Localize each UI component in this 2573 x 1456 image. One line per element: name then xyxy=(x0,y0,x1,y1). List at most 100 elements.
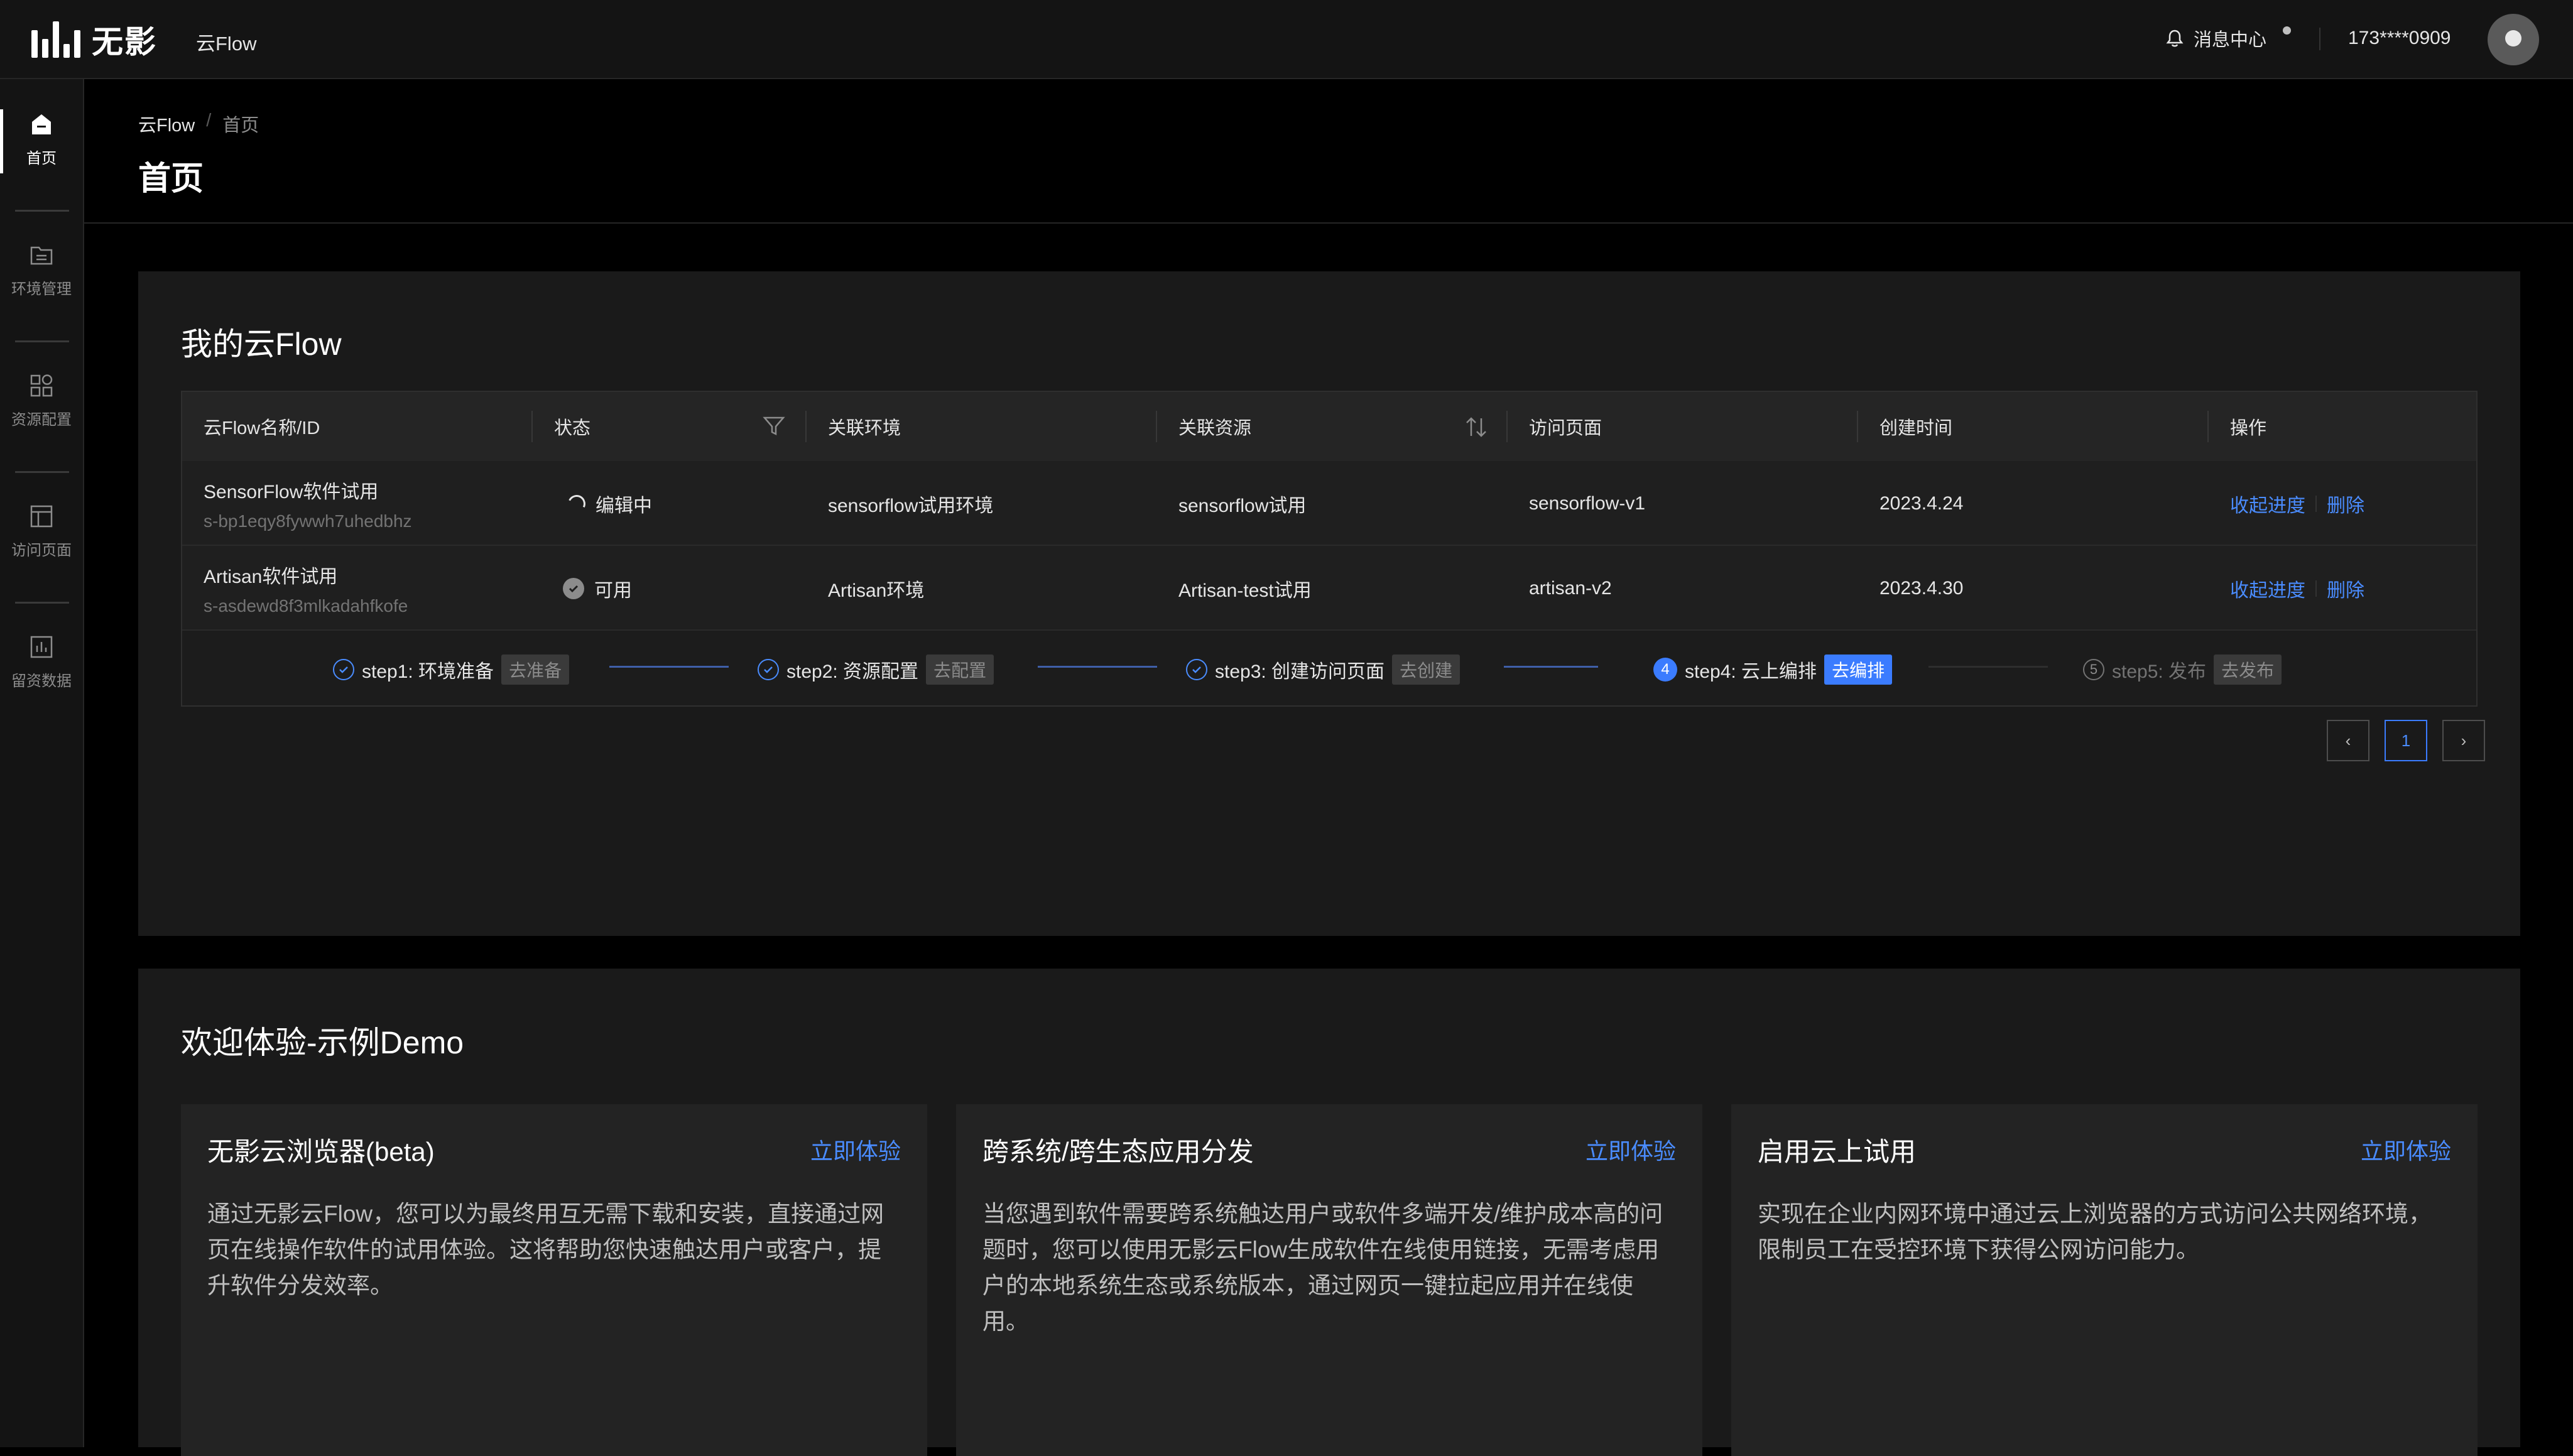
filter-icon[interactable] xyxy=(763,415,785,437)
card-title: 启用云上试用 xyxy=(1758,1137,1917,1166)
table-row: SensorFlow软件试用 s-bp1eqy8fywwh7uhedbhz 编辑… xyxy=(182,461,2476,546)
page-title: 首页 xyxy=(138,161,204,197)
page-number-button[interactable]: 1 xyxy=(2385,720,2427,761)
message-center-label: 消息中心 xyxy=(2194,30,2267,50)
status-text: 可用 xyxy=(594,580,632,601)
flow-name-cell: Artisan软件试用 s-asdewd8f3mlkadahfkofe xyxy=(182,546,533,631)
step-number: 4 xyxy=(1653,658,1677,682)
card-description: 当您遇到软件需要跨系统触达用户或软件多端开发/维护成本高的问题时，您可以使用无影… xyxy=(982,1201,1663,1334)
sidebar: 首页 环境管理 资源配置 访问页面 留资数据 xyxy=(0,79,84,1447)
step-5: 5 step5: 发布 去发布 xyxy=(2083,655,2282,685)
step-connector xyxy=(1038,666,1157,668)
delete-link[interactable]: 删除 xyxy=(2327,490,2364,518)
step-action-button[interactable]: 去编排 xyxy=(1824,655,1893,685)
unread-dot xyxy=(2283,26,2291,35)
created-cell: 2023.4.24 xyxy=(1879,492,1964,514)
step-3: step3: 创建访问页面 去创建 xyxy=(1186,655,1461,685)
step-label: step3: 创建访问页面 xyxy=(1215,661,1385,682)
sidebar-item-label: 环境管理 xyxy=(11,281,72,298)
home-icon xyxy=(32,114,51,134)
message-center-button[interactable]: 消息中心 xyxy=(2166,25,2266,52)
flow-id: s-asdewd8f3mlkadahfkofe xyxy=(204,595,408,616)
flow-name: Artisan软件试用 xyxy=(204,566,338,587)
step-1: step1: 环境准备 去准备 xyxy=(333,655,570,685)
step-4: 4 step4: 云上编排 去编排 xyxy=(1653,655,1893,685)
demo-card: 跨系统/跨生态应用分发 立即体验 当您遇到软件需要跨系统触达用户或软件多端开发/… xyxy=(956,1104,1702,1456)
loading-spinner-icon xyxy=(565,492,588,515)
breadcrumb-separator: / xyxy=(206,111,212,131)
resource-cell: Artisan-test试用 xyxy=(1178,580,1312,601)
step-connector xyxy=(609,666,729,668)
product-name: 云Flow xyxy=(196,33,257,55)
bar-chart-icon xyxy=(30,636,53,658)
page-cell: artisan-v2 xyxy=(1529,577,1612,599)
sidebar-item-access-page[interactable]: 访问页面 xyxy=(0,471,83,572)
step-number: 5 xyxy=(2083,659,2104,680)
pagination: ‹ 1 › xyxy=(2327,720,2485,761)
column-header-created: 创建时间 xyxy=(1879,418,1953,438)
try-now-link[interactable]: 立即体验 xyxy=(810,1133,901,1166)
column-header-name: 云Flow名称/ID xyxy=(204,418,320,438)
actions-cell: 收起进度 删除 xyxy=(2209,461,2478,546)
sidebar-item-label: 资源配置 xyxy=(11,411,72,428)
step-connector xyxy=(1504,666,1598,668)
logo[interactable]: 无影 xyxy=(31,19,157,60)
check-circle-icon xyxy=(333,659,354,680)
step-action-button[interactable]: 去配置 xyxy=(926,655,994,685)
demo-card: 无影云浏览器(beta) 立即体验 通过无影云Flow，您可以为最终用互无需下载… xyxy=(181,1104,927,1456)
delete-link[interactable]: 删除 xyxy=(2327,575,2364,602)
card-description: 通过无影云Flow，您可以为最终用互无需下载和安装，直接通过网页在线操作软件的试… xyxy=(207,1201,884,1298)
created-cell: 2023.4.30 xyxy=(1879,577,1964,599)
sidebar-item-resources[interactable]: 资源配置 xyxy=(0,340,83,441)
user-phone[interactable]: 173****0909 xyxy=(2348,28,2451,49)
breadcrumb-root[interactable]: 云Flow xyxy=(138,111,195,137)
breadcrumb-current: 首页 xyxy=(222,116,259,136)
next-page-button[interactable]: › xyxy=(2442,720,2485,761)
env-cell: Artisan环境 xyxy=(828,580,925,601)
status-text: 编辑中 xyxy=(596,495,652,516)
sidebar-item-environment[interactable]: 环境管理 xyxy=(0,210,83,310)
sidebar-item-label: 首页 xyxy=(26,150,57,167)
column-header-page: 访问页面 xyxy=(1529,418,1602,438)
step-action-button[interactable]: 去准备 xyxy=(501,655,570,685)
step-label: step2: 资源配置 xyxy=(786,661,919,682)
collapse-progress-link[interactable]: 收起进度 xyxy=(2230,575,2305,602)
folder-icon xyxy=(30,246,53,265)
card-title: 跨系统/跨生态应用分发 xyxy=(982,1137,1254,1166)
check-circle-icon xyxy=(563,577,584,599)
collapse-progress-link[interactable]: 收起进度 xyxy=(2230,490,2305,518)
flow-id: s-bp1eqy8fywwh7uhedbhz xyxy=(204,511,412,531)
status-cell: 编辑中 xyxy=(547,461,807,546)
try-now-link[interactable]: 立即体验 xyxy=(1586,1133,1676,1166)
try-now-link[interactable]: 立即体验 xyxy=(2361,1133,2451,1166)
flow-name-cell: SensorFlow软件试用 s-bp1eqy8fywwh7uhedbhz xyxy=(182,461,533,546)
top-bar: 无影 云Flow 消息中心 173****0909 xyxy=(0,0,2573,79)
prev-page-button[interactable]: ‹ xyxy=(2327,720,2369,761)
layout-icon xyxy=(30,505,53,528)
flow-table: 云Flow名称/ID 状态 关联环境 关联资源 访问页面 创建时间 操作 Sen… xyxy=(181,391,2478,707)
step-action-button[interactable]: 去创建 xyxy=(1392,655,1461,685)
sidebar-item-label: 访问页面 xyxy=(11,542,72,559)
column-header-env: 关联环境 xyxy=(828,418,901,438)
step-label: step1: 环境准备 xyxy=(362,661,494,682)
sidebar-item-label: 留资数据 xyxy=(11,673,72,690)
section-title: 我的云Flow xyxy=(181,327,342,362)
user-avatar[interactable] xyxy=(2488,14,2539,65)
demo-card: 启用云上试用 立即体验 实现在企业内网环境中通过云上浏览器的方式访问公共网络环境… xyxy=(1731,1104,2478,1456)
step-2: step2: 资源配置 去配置 xyxy=(758,655,994,685)
card-description: 实现在企业内网环境中通过云上浏览器的方式访问公共网络环境，限制员工在受控环境下获… xyxy=(1758,1201,2432,1263)
step-label: step5: 发布 xyxy=(2112,661,2207,682)
step-action-button[interactable]: 去发布 xyxy=(2214,655,2282,685)
check-circle-icon xyxy=(1186,659,1207,680)
table-header: 云Flow名称/ID 状态 关联环境 关联资源 访问页面 创建时间 操作 xyxy=(182,392,2476,461)
demo-panel: 欢迎体验-示例Demo 无影云浏览器(beta) 立即体验 通过无影云Flow，… xyxy=(138,969,2520,1456)
sidebar-item-leads-data[interactable]: 留资数据 xyxy=(0,602,83,702)
env-cell: sensorflow试用环境 xyxy=(828,495,994,516)
actions-cell: 收起进度 删除 xyxy=(2209,546,2478,631)
breadcrumb: 云Flow / 首页 xyxy=(138,111,259,137)
sidebar-item-home[interactable]: 首页 xyxy=(0,79,83,180)
my-flow-panel: 我的云Flow 云Flow名称/ID 状态 关联环境 关联资源 访问页面 创建时… xyxy=(138,271,2520,936)
sort-icon[interactable] xyxy=(1464,415,1489,440)
step-connector xyxy=(1928,666,2048,668)
bell-icon xyxy=(2166,30,2184,47)
